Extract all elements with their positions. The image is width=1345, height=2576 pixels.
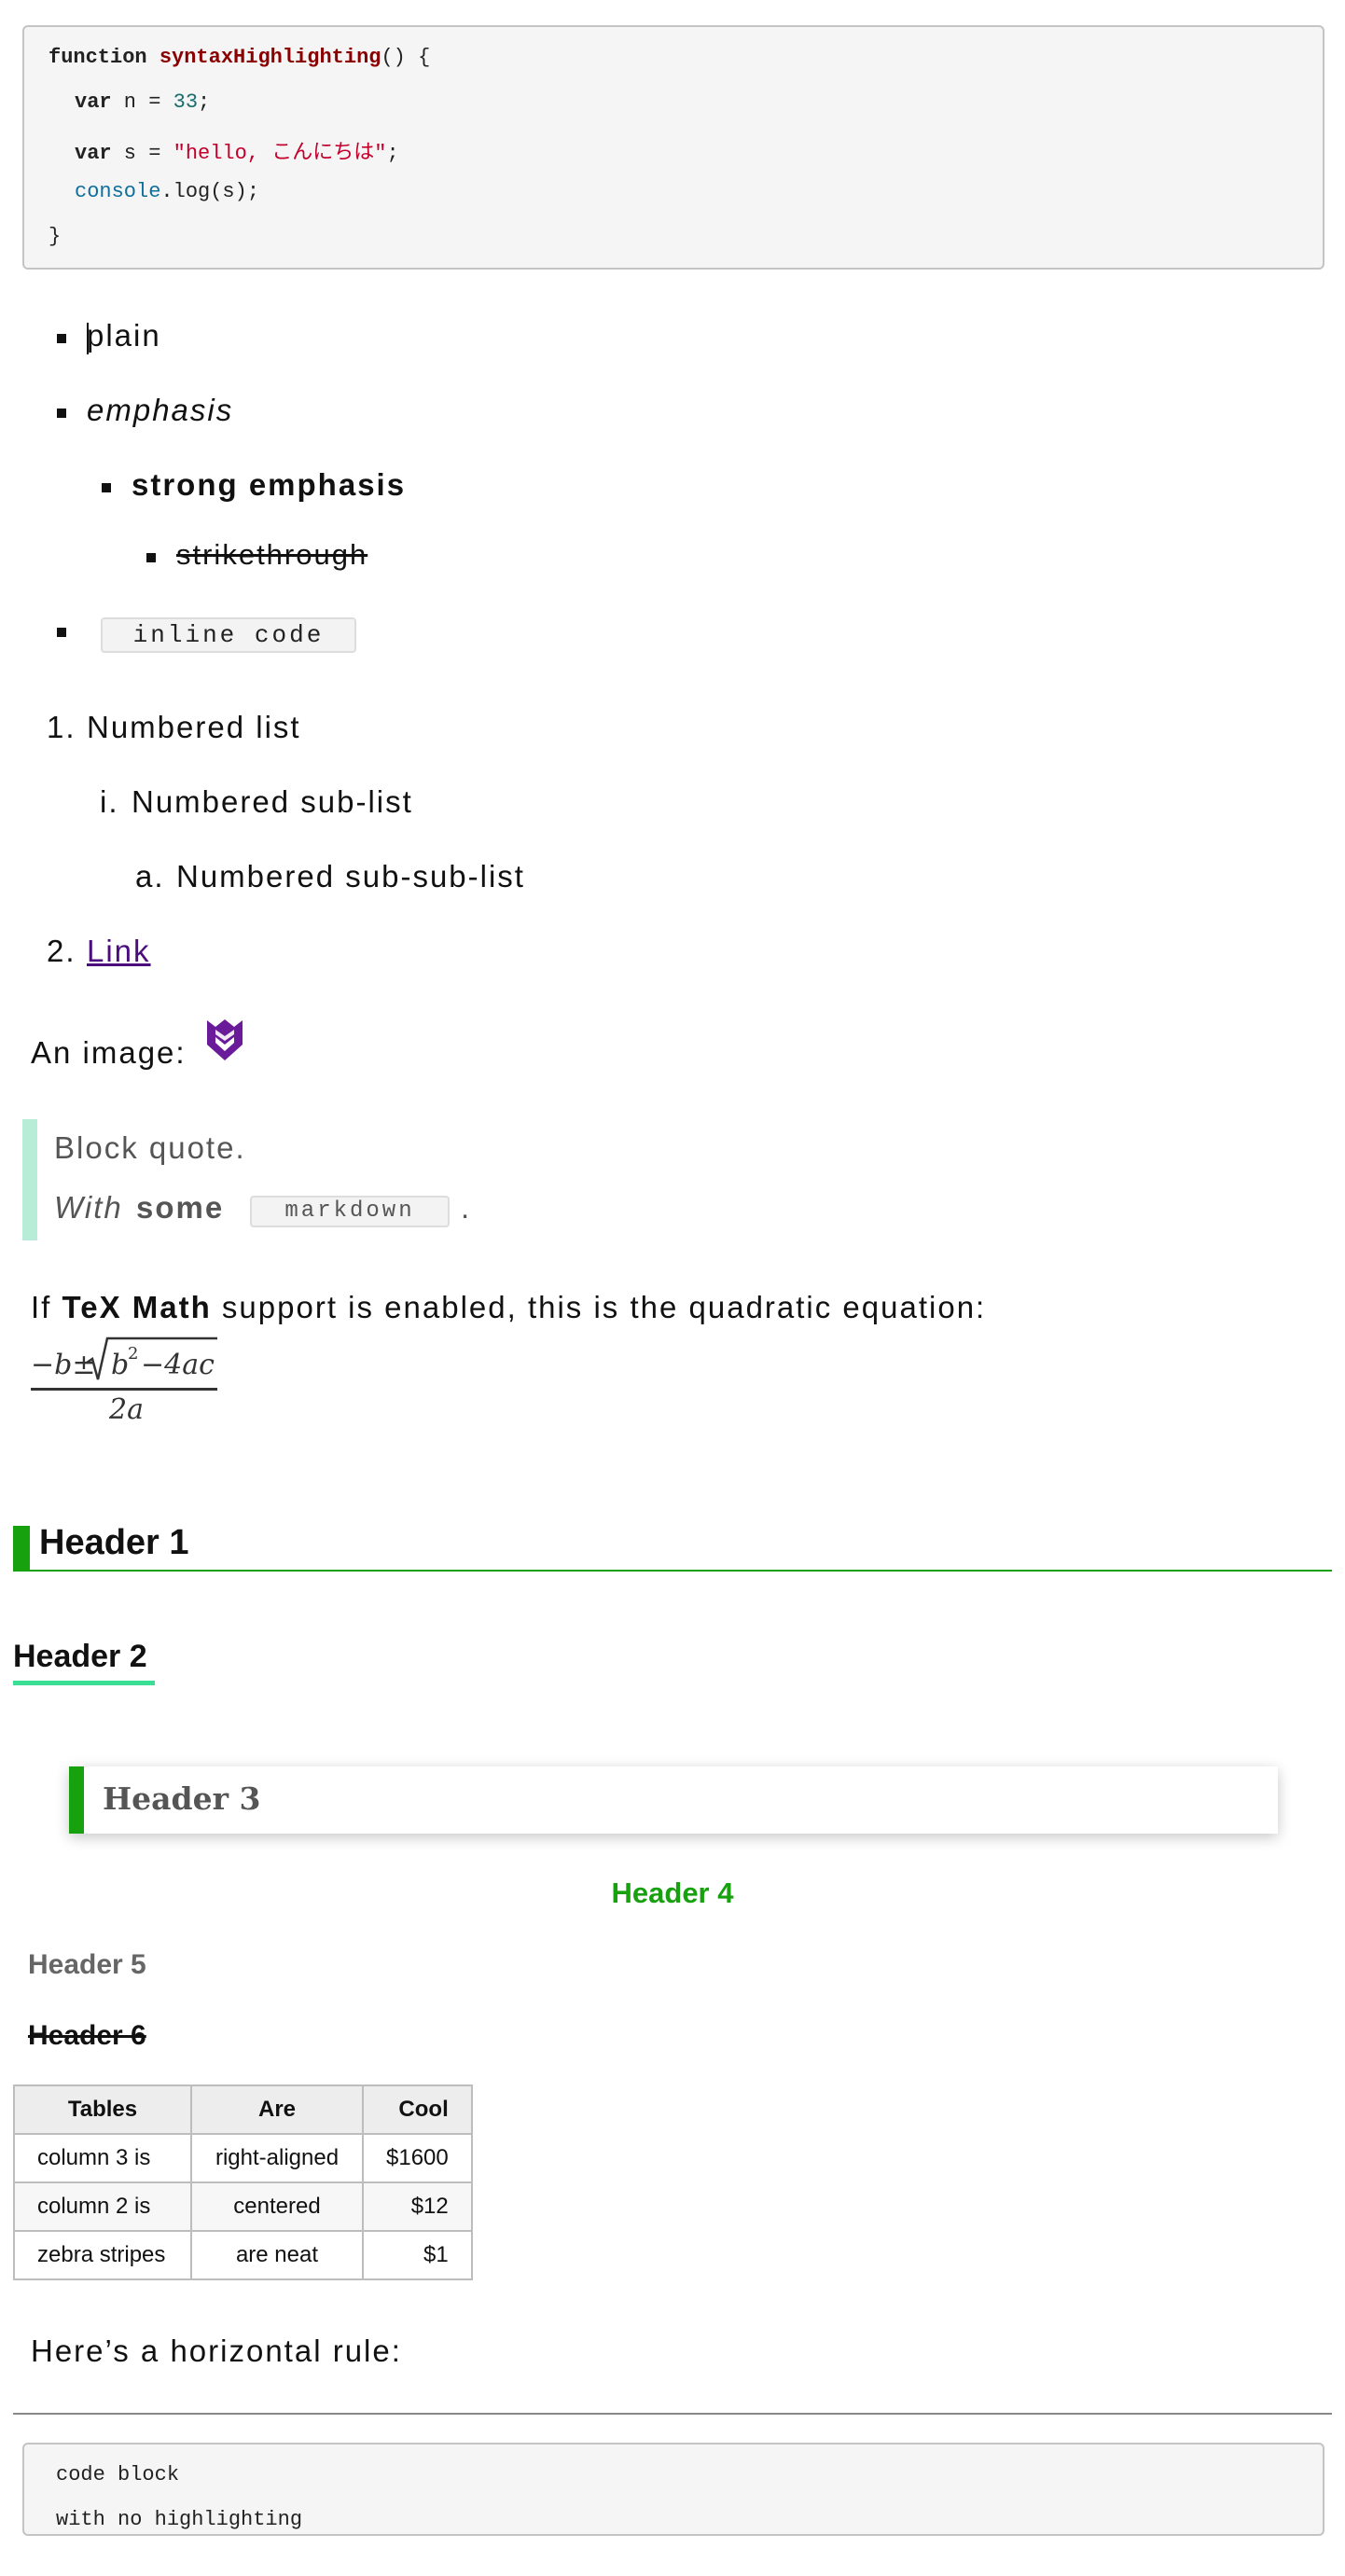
blockquote-some: some	[136, 1190, 225, 1225]
list-number-i: i.	[100, 784, 119, 819]
table-cell: $1600	[362, 2133, 473, 2183]
table-cell: centered	[190, 2181, 364, 2232]
table-cell: column 2 is	[13, 2181, 192, 2232]
header-1: Header 1	[39, 1523, 189, 1562]
header-6: Header 6	[28, 2020, 146, 2051]
table-cell: $12	[362, 2181, 473, 2232]
table-cell: column 3 is	[13, 2133, 192, 2183]
blockquote-line-1: Block quote.	[54, 1130, 246, 1165]
h2-underline	[13, 1681, 155, 1685]
numbered-sub-sub-item: Numbered sub-sub-list	[176, 859, 525, 893]
blockquote-bar	[22, 1119, 37, 1240]
bullet-marker	[146, 553, 156, 562]
list-number-2: 2.	[47, 934, 76, 968]
table-header-cell: Tables	[13, 2084, 192, 2135]
horizontal-rule	[13, 2413, 1332, 2415]
bullet-marker	[57, 628, 66, 637]
table-row: column 2 is centered $12	[13, 2181, 473, 2232]
bullet-marker	[102, 483, 111, 492]
list-item-plain: plain	[87, 318, 161, 353]
h1-accent-bar	[13, 1526, 30, 1571]
bullet-marker	[57, 409, 66, 418]
code-line-1: code block	[56, 2463, 180, 2486]
numbered-sub-item: Numbered sub-list	[132, 784, 413, 819]
header-3: Header 3	[103, 1780, 261, 1817]
blockquote-inline-code: markdown	[250, 1196, 450, 1227]
list-item-strikethrough: strikethrough	[176, 538, 368, 571]
svg-text:−b±: −b±	[31, 1349, 95, 1381]
link[interactable]: Link	[87, 934, 151, 969]
list-number-a: a.	[135, 859, 165, 893]
code-line-3: var s = "hello, こんにちは";	[75, 142, 399, 165]
list-item-strong: strong emphasis	[132, 467, 407, 502]
header-2: Header 2	[13, 1639, 147, 1674]
list-number-1: 1.	[47, 710, 76, 744]
header-4: Header 4	[611, 1877, 734, 1909]
table-cell: are neat	[190, 2230, 364, 2280]
code-line-2: var n = 33;	[75, 90, 211, 114]
data-table: Tables Are Cool column 3 is right-aligne…	[13, 2084, 473, 2280]
svg-text:2a: 2a	[108, 1393, 144, 1422]
list-item-emphasis: emphasis	[87, 393, 234, 427]
svg-text:2: 2	[128, 1344, 138, 1364]
header-5: Header 5	[28, 1949, 146, 1980]
table-row: column 3 is right-aligned $1600	[13, 2133, 473, 2183]
tex-line: If TeX Math support is enabled, this is …	[31, 1290, 987, 1324]
plain-code-block: code block with no highlighting	[22, 2443, 1324, 2536]
table-cell: right-aligned	[190, 2133, 364, 2183]
svg-text:b: b	[111, 1349, 129, 1381]
svg-text:−4ac: −4ac	[141, 1349, 215, 1381]
blockquote-with: With	[54, 1190, 123, 1225]
h3-accent-bar	[69, 1766, 84, 1834]
numbered-item-1: Numbered list	[87, 710, 301, 744]
table-cell: $1	[362, 2230, 473, 2280]
code-line-2: with no highlighting	[56, 2508, 303, 2531]
quadratic-formula-image: −b± b 2 −4ac 2a	[31, 1336, 222, 1426]
code-line-1: function syntaxHighlighting() {	[49, 46, 431, 69]
bullet-marker	[57, 334, 66, 343]
table-header-cell: Cool	[362, 2084, 473, 2135]
table-header-row: Tables Are Cool	[13, 2084, 473, 2135]
hr-label: Here’s a horizontal rule:	[31, 2334, 402, 2368]
code-line-5: }	[49, 225, 62, 248]
table-header-cell: Are	[190, 2084, 364, 2135]
image-label: An image:	[31, 1035, 187, 1070]
code-line-4: console.log(s);	[75, 180, 260, 203]
table-row: zebra stripes are neat $1	[13, 2230, 473, 2280]
highlighted-code-block: function syntaxHighlighting() { var n = …	[22, 25, 1324, 270]
shield-logo-icon	[205, 1017, 244, 1063]
table-cell: zebra stripes	[13, 2230, 192, 2280]
inline-code: inline code	[101, 617, 356, 653]
h1-underline	[13, 1570, 1332, 1572]
blockquote-period: .	[461, 1190, 472, 1225]
